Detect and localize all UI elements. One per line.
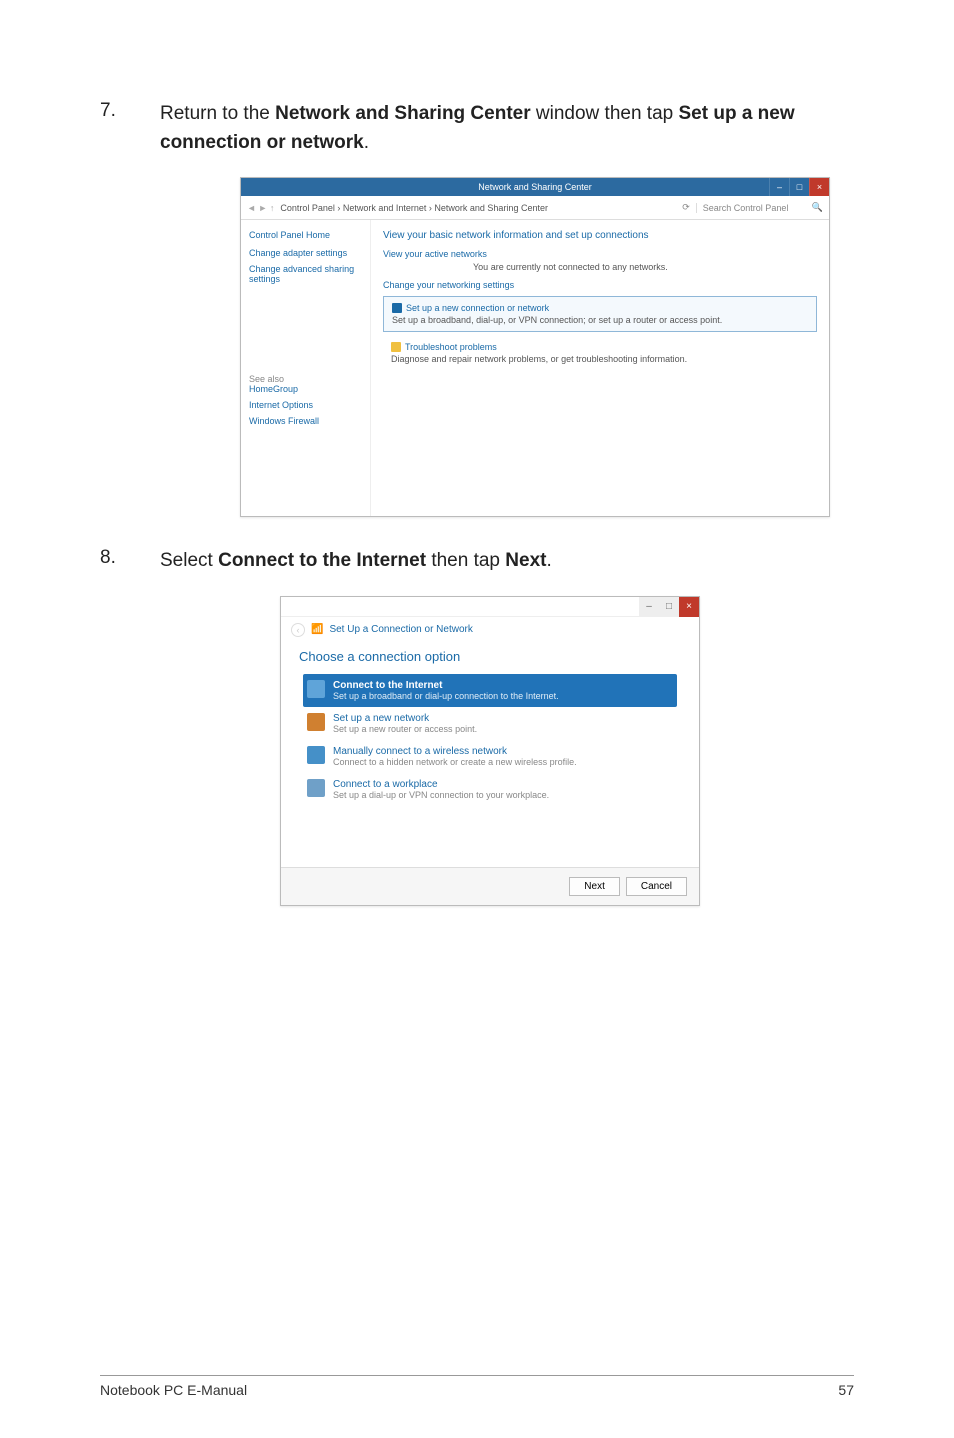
setup-connection-option[interactable]: Set up a new connection or network Set u… [383,296,817,332]
screenshot-setup-connection: – □ × ‹ 📶 Set Up a Connection or Network… [280,596,700,906]
setup-icon [392,303,402,313]
seealso-homegroup[interactable]: HomeGroup [249,384,362,394]
footer-title: Notebook PC E-Manual [100,1382,247,1398]
wizard-icon: 📶 [311,624,323,635]
sidebar: Control Panel Home Change adapter settin… [241,220,371,516]
refresh-icon[interactable]: ⟳ [682,202,690,213]
dialog-buttons: Next Cancel [281,867,699,905]
window-titlebar: Network and Sharing Center – □ × [241,178,829,196]
page-body: 7. Return to the Network and Sharing Cen… [100,100,854,906]
sidebar-link-adapter[interactable]: Change adapter settings [249,248,362,258]
main-pane: View your basic network information and … [371,220,829,516]
globe-icon [307,680,325,698]
seealso-firewall[interactable]: Windows Firewall [249,416,362,426]
minimize-button[interactable]: – [769,178,789,196]
step-7: 7. Return to the Network and Sharing Cen… [100,100,854,157]
seealso-label: See also [249,374,362,384]
sidebar-link-sharing[interactable]: Change advanced sharing settings [249,264,362,284]
workplace-icon [307,779,325,797]
back-icon[interactable]: ‹ [291,623,305,637]
options-list: Connect to the Internet Set up a broadba… [281,674,699,806]
dialog-heading: Choose a connection option [281,643,699,674]
active-networks-status: You are currently not connected to any n… [473,262,817,272]
maximize-button[interactable]: □ [659,597,679,617]
window-controls: – □ × [639,597,699,617]
step-text: Return to the Network and Sharing Center… [160,100,854,157]
seealso-internet-options[interactable]: Internet Options [249,400,362,410]
step-8: 8. Select Connect to the Internet then t… [100,547,854,576]
page-footer: Notebook PC E-Manual 57 [100,1375,854,1398]
option-manual-wireless[interactable]: Manually connect to a wireless network C… [303,740,677,773]
screenshot-network-sharing-center: Network and Sharing Center – □ × ◄ ► ↑ C… [240,177,830,517]
troubleshoot-icon [391,342,401,352]
page-number: 57 [838,1382,854,1398]
step-text: Select Connect to the Internet then tap … [160,547,854,576]
cancel-button[interactable]: Cancel [626,877,687,896]
search-input[interactable]: Search Control Panel [696,203,806,213]
option-new-network[interactable]: Set up a new network Set up a new router… [303,707,677,740]
window-title: Network and Sharing Center [478,182,592,192]
breadcrumb[interactable]: Control Panel › Network and Internet › N… [280,203,676,213]
wireless-icon [307,746,325,764]
step-number: 8. [100,547,160,576]
option-workplace[interactable]: Connect to a workplace Set up a dial-up … [303,773,677,806]
maximize-button[interactable]: □ [789,178,809,196]
change-settings-label: Change your networking settings [383,280,817,290]
window-controls: – □ × [769,178,829,196]
close-button[interactable]: × [809,178,829,196]
step-number: 7. [100,100,160,157]
dialog-crumb: ‹ 📶 Set Up a Connection or Network [281,617,699,643]
dialog-title: Set Up a Connection or Network [329,624,472,635]
router-icon [307,713,325,731]
next-button[interactable]: Next [569,877,620,896]
nav-back-icon[interactable]: ◄ ► ↑ [247,203,274,213]
option-connect-internet[interactable]: Connect to the Internet Set up a broadba… [303,674,677,707]
close-button[interactable]: × [679,597,699,617]
main-heading: View your basic network information and … [383,230,817,241]
dialog-titlebar: – □ × [281,597,699,617]
minimize-button[interactable]: – [639,597,659,617]
search-icon[interactable]: 🔍 [812,202,823,213]
troubleshoot-option[interactable]: Troubleshoot problems Diagnose and repai… [383,338,817,368]
active-networks-label: View your active networks [383,249,817,259]
address-bar: ◄ ► ↑ Control Panel › Network and Intern… [241,196,829,220]
sidebar-home[interactable]: Control Panel Home [249,230,362,240]
